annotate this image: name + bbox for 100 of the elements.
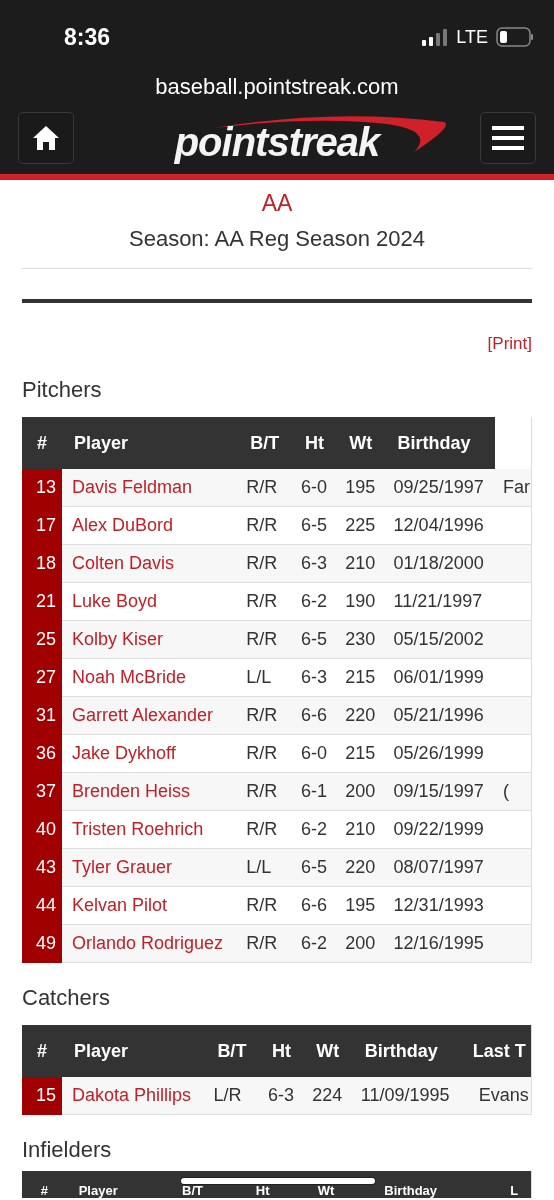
table-cell: 195 [337,886,386,925]
table-cell: 6-3 [292,658,338,697]
table-cell: 220 [337,696,386,735]
table-cell: 195 [337,469,386,507]
table-cell: 6-2 [292,582,338,621]
home-icon [32,125,60,151]
table-cell: 200 [337,772,386,811]
table-cell: 11/09/1995 [352,1077,461,1115]
network-label: LTE [456,26,488,48]
jersey-number: 37 [22,772,62,811]
column-header: Birthday [352,1025,461,1077]
table-cell: Evans [460,1077,531,1115]
table-cell: 210 [337,810,386,849]
section-title: Infielders [22,1137,113,1163]
column-header: L [498,1171,531,1198]
table-cell: 6-2 [292,924,338,963]
column-header: # [22,417,62,469]
table-cell: 6-0 [292,469,338,507]
section-title: Pitchers [22,377,103,403]
table-cell: 190 [337,582,386,621]
table-cell: Far [494,469,531,507]
table-cell: 6-5 [292,506,338,545]
column-header: Birthday [372,1171,499,1198]
jersey-number: 31 [22,696,62,735]
signal-icon [422,28,449,46]
table-cell: R/R [238,469,293,507]
table-cell: R/R [238,772,293,811]
table-cell: L/L [238,848,293,887]
table-cell: L/R [205,1077,260,1115]
league-name[interactable]: AA [261,190,293,216]
table-cell: 6-3 [260,1077,305,1115]
jersey-number: 25 [22,620,62,659]
table-cell: 225 [337,506,386,545]
table-cell: 12/16/1995 [385,924,495,963]
table-cell: 01/18/2000 [385,544,495,583]
section-title: Catchers [22,985,112,1011]
table-cell: 6-5 [292,620,338,659]
menu-icon [492,125,524,151]
site-logo[interactable]: pointstreak [174,119,380,165]
jersey-number: 13 [22,469,62,507]
column-header: Player [62,1025,206,1077]
table-cell: 6-5 [292,848,338,887]
jersey-number: 40 [22,810,62,849]
table-cell: 6-0 [292,734,338,773]
table-cell: 6-2 [292,810,338,849]
menu-button[interactable] [480,112,536,164]
table-cell: 09/22/1999 [385,810,495,849]
player-link[interactable]: Noah McBride [72,667,187,687]
table-cell: 6-3 [292,544,338,583]
column-header: Birthday [385,417,495,469]
column-header: Wt [304,1025,353,1077]
column-header: Ht [292,417,338,469]
table-cell: 210 [337,544,386,583]
jersey-number: 44 [22,886,62,925]
table-cell: 6-1 [292,772,338,811]
column-header: Wt [337,417,386,469]
season-label: Season: AA Reg Season 2024 [129,226,425,251]
table-cell: R/R [238,810,293,849]
column-header: Player [66,1171,171,1198]
table-cell: 230 [337,620,386,659]
table-cell: R/R [238,620,293,659]
table-cell: 215 [337,734,386,773]
print-link[interactable]: [Print] [487,334,532,353]
table-cell: R/R [238,734,293,773]
table-cell: R/R [238,544,293,583]
player-link[interactable]: Alex DuBord [72,515,174,535]
table-cell: R/R [238,696,293,735]
jersey-number: 18 [22,544,62,583]
jersey-number: 17 [22,506,62,545]
column-header: Player [62,417,239,469]
jersey-number: 27 [22,658,62,697]
table-cell: 224 [304,1077,353,1115]
player-link[interactable]: Tristen Roehrich [72,819,204,839]
column-header: # [22,1025,62,1077]
table-cell: 11/21/1997 [385,582,495,621]
player-link[interactable]: Jake Dykhoff [72,743,176,763]
column-header: Ht [260,1025,305,1077]
jersey-number: 49 [22,924,62,963]
player-link[interactable]: Luke Boyd [72,591,158,611]
jersey-number: 36 [22,734,62,773]
table-cell: 200 [337,924,386,963]
table-cell: 08/07/1997 [385,848,495,887]
table-cell: 09/25/1997 [385,469,495,507]
column-header: B/T [238,417,293,469]
url-bar[interactable]: baseball.pointstreak.com [0,74,554,106]
table-cell: 6-6 [292,886,338,925]
home-button[interactable] [18,112,74,164]
status-time: 8:36 [64,23,112,51]
table-cell: 220 [337,848,386,887]
column-header: Last T [460,1025,531,1077]
column-header: B/T [205,1025,260,1077]
column-header: # [22,1171,67,1198]
table-cell: 05/21/1996 [385,696,495,735]
jersey-number: 21 [22,582,62,621]
table-cell: R/R [238,924,293,963]
table-cell: 06/01/1999 [385,658,495,697]
player-link[interactable]: Kelvan Pilot [72,895,168,915]
table-cell: 05/26/1999 [385,734,495,773]
table-cell: 215 [337,658,386,697]
battery-icon [496,27,534,47]
